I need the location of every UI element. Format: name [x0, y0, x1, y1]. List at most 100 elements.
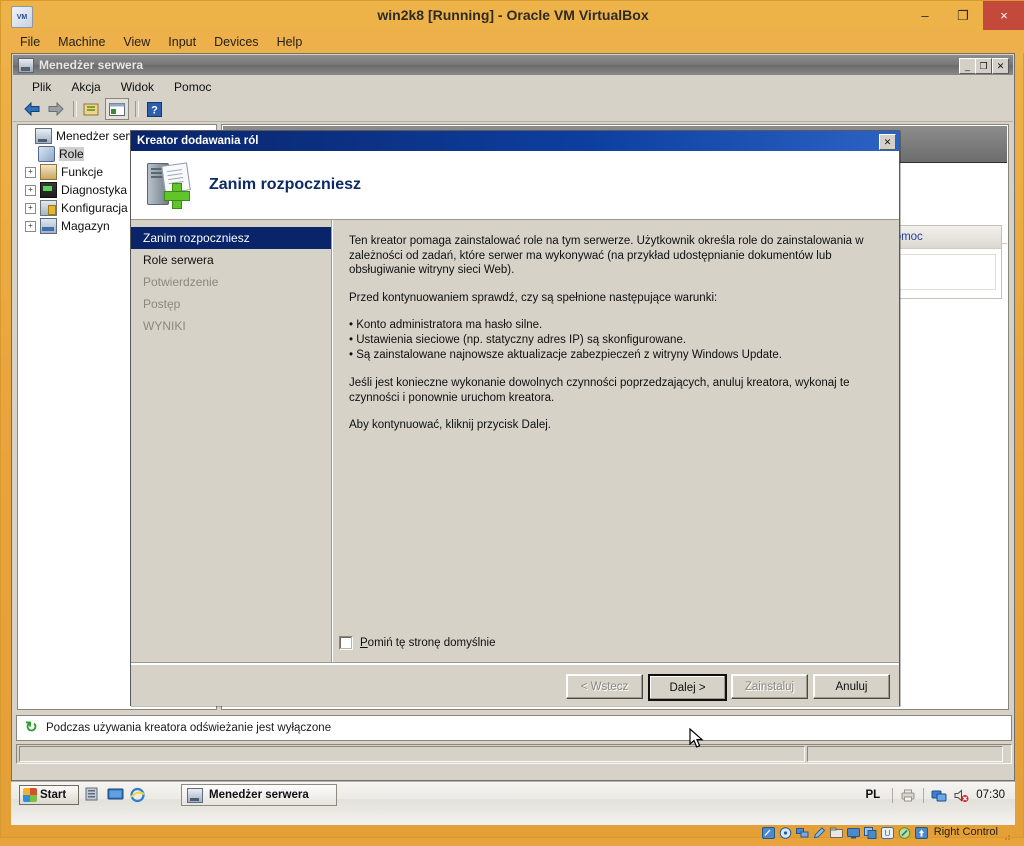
resize-grip[interactable]	[1002, 828, 1011, 840]
wizard-step-potwierdzenie: Potwierdzenie	[143, 275, 219, 289]
virtualbox-statusbar: U Right Control	[11, 825, 1015, 840]
statusbar-cell-1	[19, 746, 805, 762]
wizard-button-bar: < Wstecz Dalej > Zainstaluj Anuluj	[131, 662, 899, 706]
taskbar-button-label: Menedżer serwera	[209, 789, 309, 801]
refresh-disabled-icon	[25, 718, 39, 736]
wizard-note-text: Jeśli jest konieczne wykonanie dowolnych…	[349, 377, 850, 404]
server-manager-quicklaunch-icon[interactable]	[85, 787, 102, 803]
menu-devices[interactable]: Devices	[205, 32, 267, 52]
system-tray: PL 07:30	[858, 784, 1011, 806]
menu-input[interactable]: Input	[159, 32, 205, 52]
virtualbox-maximize-button[interactable]: ❐	[943, 1, 983, 30]
clock[interactable]: 07:30	[972, 789, 1011, 801]
taskbar-button-server-manager[interactable]: Menedżer serwera	[181, 784, 337, 806]
menu-view[interactable]: View	[114, 32, 159, 52]
server-manager-icon	[18, 57, 34, 73]
help-icon[interactable]: ?	[143, 99, 165, 119]
diagnostics-node-icon	[40, 182, 57, 198]
wizard-step-postep: Postęp	[143, 297, 181, 311]
wizard-bullet-1: • Konto administratora ma hasło silne.	[349, 319, 543, 331]
features-node-icon	[40, 164, 57, 180]
tree-expander-icon[interactable]: +	[25, 184, 36, 196]
next-button[interactable]: Dalej >	[648, 674, 727, 701]
optical-disk-icon[interactable]	[779, 826, 792, 839]
shared-clipboard-icon[interactable]	[863, 826, 877, 839]
configuration-node-icon	[40, 200, 57, 216]
usb-pen-icon[interactable]	[813, 826, 826, 839]
server-manager-title: Menedżer serwera	[39, 58, 144, 72]
server-manager-taskbar-icon	[187, 787, 203, 803]
menu-machine[interactable]: Machine	[49, 32, 114, 52]
plus-badge-horizontal	[164, 191, 190, 201]
shared-folder-icon[interactable]	[829, 826, 843, 838]
server-manager-maximize-button[interactable]: ❐	[975, 58, 992, 74]
sm-menu-akcja[interactable]: Akcja	[61, 78, 110, 96]
menu-file[interactable]: File	[11, 32, 49, 52]
skip-page-checkbox[interactable]	[339, 636, 353, 650]
wizard-bullet-2: • Ustawienia sieciowe (np. statyczny adr…	[349, 334, 687, 346]
wizard-intro-text: Ten kreator pomaga zainstalować role na …	[349, 235, 864, 276]
host-key-icon[interactable]	[914, 826, 928, 839]
host-key-label: Right Control	[933, 826, 998, 838]
tree-expander-icon[interactable]: +	[25, 166, 36, 178]
skip-page-label-rest: omiń tę stronę domyślnie	[367, 637, 496, 649]
show-hide-console-tree-icon[interactable]	[81, 99, 103, 119]
sm-menu-pomoc[interactable]: Pomoc	[164, 78, 221, 96]
tray-separator-2	[923, 787, 925, 803]
back-button[interactable]: < Wstecz	[566, 674, 643, 699]
volume-muted-icon[interactable]	[953, 788, 969, 803]
wizard-content: Ten kreator pomaga zainstalować role na …	[333, 220, 899, 662]
virtualbox-minimize-button[interactable]: –	[905, 1, 945, 30]
help-panel-body	[886, 254, 996, 290]
virtualbox-close-button[interactable]: ×	[983, 1, 1024, 30]
windows-flag-icon	[23, 788, 37, 802]
printer-icon[interactable]	[900, 788, 916, 803]
internet-explorer-icon[interactable]	[129, 787, 146, 803]
mouse-integration-icon[interactable]	[898, 826, 911, 839]
server-manager-status-message: Podczas używania kreatora odświeżanie je…	[16, 715, 1012, 741]
server-manager-close-button[interactable]: ✕	[992, 58, 1009, 74]
virtualbox-window: VM win2k8 [Running] - Oracle VM VirtualB…	[0, 0, 1024, 840]
network-icon[interactable]	[795, 826, 809, 838]
tray-separator-1	[892, 787, 894, 803]
language-indicator[interactable]: PL	[858, 789, 889, 801]
network-icon[interactable]	[931, 788, 947, 803]
storage-node-icon	[40, 218, 57, 234]
menu-help[interactable]: Help	[268, 32, 312, 52]
tree-item-label: Konfiguracja	[61, 201, 128, 215]
server-manager-minimize-button[interactable]: _	[959, 58, 976, 74]
wizard-page-title: Zanim rozpoczniesz	[209, 176, 362, 193]
wizard-titlebar: Kreator dodawania ról ✕	[131, 131, 899, 151]
start-button[interactable]: Start	[19, 785, 79, 805]
skip-page-label[interactable]: Pomiń tę stronę domyślnie	[360, 637, 496, 649]
server-manager-window: Menedżer serwera _ ❐ ✕ Plik Akcja Widok …	[11, 53, 1015, 781]
toolbar-separator-2	[135, 101, 139, 117]
tree-item-label: Magazyn	[61, 219, 110, 233]
wizard-step-zanim-rozpoczniesz[interactable]: Zanim rozpoczniesz	[131, 227, 331, 249]
svg-text:U: U	[884, 828, 890, 838]
show-desktop-icon[interactable]	[107, 787, 124, 803]
server-manager-node-icon	[35, 128, 52, 144]
tree-expander-icon[interactable]: +	[25, 220, 36, 232]
harddisk-icon[interactable]	[761, 826, 775, 839]
properties-icon[interactable]	[105, 98, 129, 120]
sm-menu-plik[interactable]: Plik	[22, 78, 61, 96]
wizard-close-button[interactable]: ✕	[879, 134, 896, 150]
tree-item-label: Diagnostyka	[61, 183, 128, 197]
forward-icon[interactable]	[45, 99, 67, 119]
recording-icon[interactable]: U	[880, 826, 894, 839]
wizard-step-role-serwera[interactable]: Role serwera	[131, 249, 331, 271]
wizard-step-list: Zanim rozpoczniesz Role serwera Potwierd…	[131, 220, 331, 662]
display-icon[interactable]	[846, 826, 860, 839]
wizard-continue-text: Aby kontynuować, kliknij przycisk Dalej.	[349, 419, 551, 431]
back-icon[interactable]	[21, 99, 43, 119]
skip-page-row[interactable]: Pomiń tę stronę domyślnie	[339, 636, 496, 650]
install-button[interactable]: Zainstaluj	[731, 674, 808, 699]
windows-taskbar: Start Menedżer serwera PL 07:30	[11, 781, 1015, 825]
cancel-button[interactable]: Anuluj	[813, 674, 890, 699]
status-message-text: Podczas używania kreatora odświeżanie je…	[46, 722, 332, 734]
virtualbox-title: win2k8 [Running] - Oracle VM VirtualBox	[377, 7, 649, 23]
server-manager-menubar: Plik Akcja Widok Pomoc	[13, 76, 1013, 97]
tree-expander-icon[interactable]: +	[25, 202, 36, 214]
sm-menu-widok[interactable]: Widok	[111, 78, 164, 96]
